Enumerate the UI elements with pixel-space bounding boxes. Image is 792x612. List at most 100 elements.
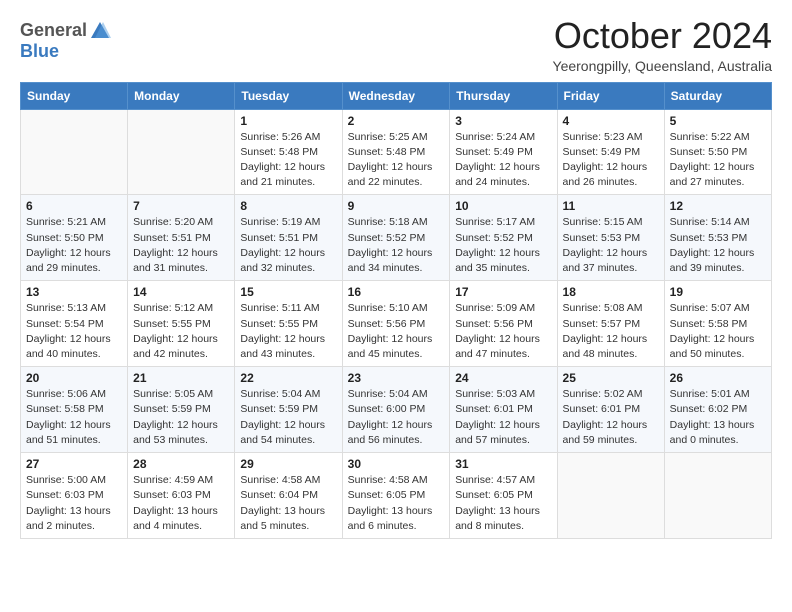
table-row: 30 Sunrise: 4:58 AMSunset: 6:05 PMDayligh…	[342, 453, 450, 539]
table-row: 26 Sunrise: 5:01 AMSunset: 6:02 PMDayligh…	[664, 367, 771, 453]
table-row: 28 Sunrise: 4:59 AMSunset: 6:03 PMDayligh…	[128, 453, 235, 539]
day-number: 3	[455, 114, 551, 128]
table-row	[557, 453, 664, 539]
calendar-header-row: Sunday Monday Tuesday Wednesday Thursday…	[21, 82, 772, 109]
day-number: 30	[348, 457, 445, 471]
table-row: 3 Sunrise: 5:24 AMSunset: 5:49 PMDaylight…	[450, 109, 557, 195]
calendar-week-row: 1 Sunrise: 5:26 AMSunset: 5:48 PMDaylight…	[21, 109, 772, 195]
day-number: 21	[133, 371, 229, 385]
month-title: October 2024	[553, 16, 772, 56]
table-row: 6Sunrise: 5:21 AMSunset: 5:50 PMDaylight…	[21, 195, 128, 281]
day-number: 9	[348, 199, 445, 213]
col-saturday: Saturday	[664, 82, 771, 109]
col-friday: Friday	[557, 82, 664, 109]
day-info: Sunrise: 4:58 AMSunset: 6:05 PMDaylight:…	[348, 473, 445, 534]
day-info: Sunrise: 5:10 AMSunset: 5:56 PMDaylight:…	[348, 301, 445, 362]
table-row: 2 Sunrise: 5:25 AMSunset: 5:48 PMDaylight…	[342, 109, 450, 195]
day-number: 12	[670, 199, 766, 213]
day-number: 11	[563, 199, 659, 213]
day-number: 19	[670, 285, 766, 299]
title-block: October 2024 Yeerongpilly, Queensland, A…	[553, 16, 772, 74]
day-number: 16	[348, 285, 445, 299]
day-number: 14	[133, 285, 229, 299]
day-info: Sunrise: 5:17 AMSunset: 5:52 PMDaylight:…	[455, 215, 551, 276]
table-row: 9Sunrise: 5:18 AMSunset: 5:52 PMDaylight…	[342, 195, 450, 281]
table-row	[664, 453, 771, 539]
table-row: 5Sunrise: 5:22 AMSunset: 5:50 PMDaylight…	[664, 109, 771, 195]
day-info: Sunrise: 5:04 AMSunset: 6:00 PMDaylight:…	[348, 387, 445, 448]
day-number: 2	[348, 114, 445, 128]
table-row: 1 Sunrise: 5:26 AMSunset: 5:48 PMDaylight…	[235, 109, 342, 195]
day-number: 23	[348, 371, 445, 385]
table-row: 13 Sunrise: 5:13 AMSunset: 5:54 PMDayligh…	[21, 281, 128, 367]
table-row: 12 Sunrise: 5:14 AMSunset: 5:53 PMDayligh…	[664, 195, 771, 281]
table-row: 24 Sunrise: 5:03 AMSunset: 6:01 PMDayligh…	[450, 367, 557, 453]
day-info: Sunrise: 4:57 AMSunset: 6:05 PMDaylight:…	[455, 473, 551, 534]
day-number: 5	[670, 114, 766, 128]
day-info: Sunrise: 5:00 AMSunset: 6:03 PMDaylight:…	[26, 473, 122, 534]
calendar-week-row: 6Sunrise: 5:21 AMSunset: 5:50 PMDaylight…	[21, 195, 772, 281]
day-number: 6	[26, 199, 122, 213]
logo: General Blue	[20, 20, 111, 62]
day-info: Sunrise: 5:15 AMSunset: 5:53 PMDaylight:…	[563, 215, 659, 276]
day-info: Sunrise: 5:05 AMSunset: 5:59 PMDaylight:…	[133, 387, 229, 448]
page: General Blue October 2024 Yeerongpilly, …	[0, 0, 792, 559]
day-number: 17	[455, 285, 551, 299]
day-info: Sunrise: 5:13 AMSunset: 5:54 PMDaylight:…	[26, 301, 122, 362]
calendar-table: Sunday Monday Tuesday Wednesday Thursday…	[20, 82, 772, 539]
table-row: 17 Sunrise: 5:09 AMSunset: 5:56 PMDayligh…	[450, 281, 557, 367]
table-row	[128, 109, 235, 195]
day-info: Sunrise: 5:23 AMSunset: 5:49 PMDaylight:…	[563, 130, 659, 191]
calendar-week-row: 13 Sunrise: 5:13 AMSunset: 5:54 PMDayligh…	[21, 281, 772, 367]
day-info: Sunrise: 5:07 AMSunset: 5:58 PMDaylight:…	[670, 301, 766, 362]
col-wednesday: Wednesday	[342, 82, 450, 109]
day-info: Sunrise: 5:02 AMSunset: 6:01 PMDaylight:…	[563, 387, 659, 448]
table-row: 29Sunrise: 4:58 AMSunset: 6:04 PMDayligh…	[235, 453, 342, 539]
day-number: 1	[240, 114, 336, 128]
col-sunday: Sunday	[21, 82, 128, 109]
day-info: Sunrise: 5:01 AMSunset: 6:02 PMDaylight:…	[670, 387, 766, 448]
calendar-week-row: 27 Sunrise: 5:00 AMSunset: 6:03 PMDayligh…	[21, 453, 772, 539]
day-info: Sunrise: 5:04 AMSunset: 5:59 PMDaylight:…	[240, 387, 336, 448]
table-row: 14 Sunrise: 5:12 AMSunset: 5:55 PMDayligh…	[128, 281, 235, 367]
table-row	[21, 109, 128, 195]
day-number: 24	[455, 371, 551, 385]
day-number: 28	[133, 457, 229, 471]
day-info: Sunrise: 5:19 AMSunset: 5:51 PMDaylight:…	[240, 215, 336, 276]
day-info: Sunrise: 5:14 AMSunset: 5:53 PMDaylight:…	[670, 215, 766, 276]
calendar-week-row: 20Sunrise: 5:06 AMSunset: 5:58 PMDayligh…	[21, 367, 772, 453]
subtitle: Yeerongpilly, Queensland, Australia	[553, 58, 772, 74]
day-info: Sunrise: 5:03 AMSunset: 6:01 PMDaylight:…	[455, 387, 551, 448]
day-number: 25	[563, 371, 659, 385]
table-row: 27 Sunrise: 5:00 AMSunset: 6:03 PMDayligh…	[21, 453, 128, 539]
day-info: Sunrise: 5:26 AMSunset: 5:48 PMDaylight:…	[240, 130, 336, 191]
day-info: Sunrise: 4:59 AMSunset: 6:03 PMDaylight:…	[133, 473, 229, 534]
logo-general: General	[20, 21, 87, 41]
day-number: 15	[240, 285, 336, 299]
day-info: Sunrise: 5:06 AMSunset: 5:58 PMDaylight:…	[26, 387, 122, 448]
day-number: 31	[455, 457, 551, 471]
day-number: 22	[240, 371, 336, 385]
col-tuesday: Tuesday	[235, 82, 342, 109]
day-number: 13	[26, 285, 122, 299]
day-info: Sunrise: 5:08 AMSunset: 5:57 PMDaylight:…	[563, 301, 659, 362]
day-number: 27	[26, 457, 122, 471]
day-number: 18	[563, 285, 659, 299]
table-row: 16 Sunrise: 5:10 AMSunset: 5:56 PMDayligh…	[342, 281, 450, 367]
day-number: 29	[240, 457, 336, 471]
table-row: 4 Sunrise: 5:23 AMSunset: 5:49 PMDaylight…	[557, 109, 664, 195]
day-info: Sunrise: 5:12 AMSunset: 5:55 PMDaylight:…	[133, 301, 229, 362]
day-number: 26	[670, 371, 766, 385]
day-info: Sunrise: 5:09 AMSunset: 5:56 PMDaylight:…	[455, 301, 551, 362]
logo-blue: Blue	[20, 41, 59, 61]
day-info: Sunrise: 5:25 AMSunset: 5:48 PMDaylight:…	[348, 130, 445, 191]
day-number: 7	[133, 199, 229, 213]
day-info: Sunrise: 5:24 AMSunset: 5:49 PMDaylight:…	[455, 130, 551, 191]
day-number: 10	[455, 199, 551, 213]
table-row: 20Sunrise: 5:06 AMSunset: 5:58 PMDayligh…	[21, 367, 128, 453]
col-monday: Monday	[128, 82, 235, 109]
day-number: 4	[563, 114, 659, 128]
day-number: 8	[240, 199, 336, 213]
table-row: 8 Sunrise: 5:19 AMSunset: 5:51 PMDaylight…	[235, 195, 342, 281]
day-info: Sunrise: 5:20 AMSunset: 5:51 PMDaylight:…	[133, 215, 229, 276]
